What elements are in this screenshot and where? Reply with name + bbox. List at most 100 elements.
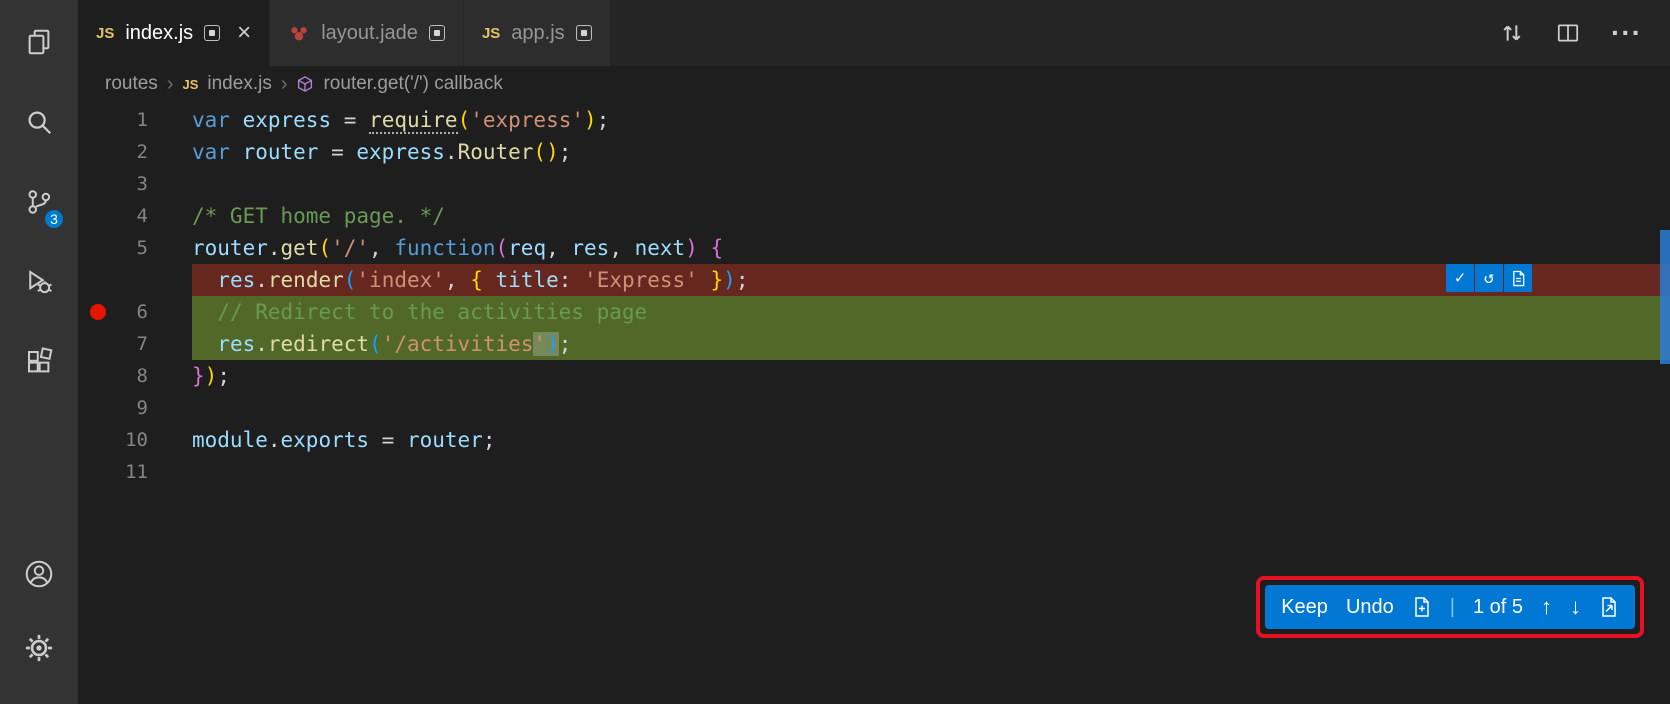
tab-layout-jade[interactable]: layout.jade: [270, 0, 464, 66]
code-text: var express = require('express');: [192, 104, 1670, 136]
code-line[interactable]: 2var router = express.Router();: [78, 136, 1670, 168]
gutter[interactable]: 1: [78, 104, 192, 136]
code-text: // Redirect to the activities page: [192, 296, 1670, 328]
code-line[interactable]: res.render('index', { title: 'Express' }…: [78, 264, 1670, 296]
more-actions-icon[interactable]: ···: [1611, 17, 1642, 49]
breadcrumb: routes › JS index.js › router.get('/') c…: [78, 66, 1670, 102]
js-file-icon: JS: [96, 25, 114, 42]
activity-bar-bottom: [0, 542, 78, 690]
code-text: router.get('/', function(req, res, next)…: [192, 232, 1670, 264]
line-number: 1: [78, 104, 192, 136]
open-changes-file-icon[interactable]: [1599, 596, 1619, 618]
code-line[interactable]: 10module.exports = router;: [78, 424, 1670, 456]
gutter[interactable]: [78, 264, 192, 296]
line-number: 2: [78, 136, 192, 168]
line-number: 9: [78, 392, 192, 424]
toolbar-separator: |: [1450, 596, 1455, 619]
scm-badge: 3: [43, 208, 65, 230]
undo-button[interactable]: Undo: [1346, 596, 1394, 619]
previous-change-icon[interactable]: ↑: [1541, 596, 1552, 618]
breakpoint-icon[interactable]: [90, 304, 106, 320]
breadcrumb-folder[interactable]: routes: [105, 73, 158, 95]
tab-label: app.js: [511, 22, 564, 45]
code-text: res.redirect('/activities');: [192, 328, 1670, 360]
gutter[interactable]: 7: [78, 328, 192, 360]
code-line[interactable]: 3: [78, 168, 1670, 200]
breadcrumb-file[interactable]: index.js: [207, 73, 271, 95]
accept-change-icon[interactable]: ✓: [1446, 264, 1474, 292]
code-text: module.exports = router;: [192, 424, 1670, 456]
tab-app-js[interactable]: JS app.js: [464, 0, 611, 66]
symbol-method-icon: [296, 75, 314, 93]
editor-group: JS index.js × layout.jade JS app.js: [78, 0, 1670, 704]
discard-change-icon[interactable]: ↺: [1475, 264, 1503, 292]
gutter[interactable]: 2: [78, 136, 192, 168]
vscode-window: 3: [0, 0, 1670, 704]
source-control-icon[interactable]: 3: [0, 170, 78, 234]
inline-chat-review-toolbar: Keep Undo | 1 of 5 ↑ ↓: [1265, 585, 1635, 629]
chevron-right-icon: ›: [281, 73, 288, 96]
editor-actions: ···: [1499, 0, 1670, 66]
line-number: 7: [78, 328, 192, 360]
line-number: 3: [78, 168, 192, 200]
line-number: 4: [78, 200, 192, 232]
gutter[interactable]: 5: [78, 232, 192, 264]
gutter[interactable]: 11: [78, 456, 192, 488]
change-counter: 1 of 5: [1473, 596, 1523, 619]
tab-index-js[interactable]: JS index.js ×: [78, 0, 270, 66]
diff-document-icon[interactable]: [1504, 264, 1532, 292]
code-text: });: [192, 360, 1670, 392]
code-lines: 1var express = require('express');2var r…: [78, 102, 1670, 488]
split-editor-icon[interactable]: [1555, 20, 1581, 46]
keep-button[interactable]: Keep: [1281, 596, 1328, 619]
activity-bar: 3: [0, 0, 78, 704]
gutter[interactable]: 8: [78, 360, 192, 392]
code-text: [192, 168, 1670, 200]
modified-indicator-icon: [204, 25, 220, 41]
code-text: /* GET home page. */: [192, 200, 1670, 232]
editor[interactable]: 1var express = require('express');2var r…: [78, 102, 1670, 704]
code-text: [192, 456, 1670, 488]
code-line[interactable]: 6 // Redirect to the activities page: [78, 296, 1670, 328]
chevron-right-icon: ›: [167, 73, 174, 96]
js-file-icon: JS: [182, 77, 198, 92]
search-icon[interactable]: [0, 90, 78, 154]
code-line[interactable]: 11: [78, 456, 1670, 488]
settings-gear-icon[interactable]: [0, 616, 78, 680]
next-change-icon[interactable]: ↓: [1570, 596, 1581, 618]
deleted-line-actions: ✓ ↺: [1445, 264, 1532, 292]
overview-ruler-change-marker: [1660, 230, 1670, 364]
gutter[interactable]: 10: [78, 424, 192, 456]
run-debug-icon[interactable]: [0, 250, 78, 314]
open-changes-icon[interactable]: [1499, 20, 1525, 46]
tab-label: index.js: [125, 22, 193, 45]
line-number: 8: [78, 360, 192, 392]
breadcrumb-symbol[interactable]: router.get('/') callback: [323, 73, 502, 95]
explorer-icon[interactable]: [0, 10, 78, 74]
line-number: 10: [78, 424, 192, 456]
gutter[interactable]: 6: [78, 296, 192, 328]
accounts-icon[interactable]: [0, 542, 78, 606]
code-line[interactable]: 5router.get('/', function(req, res, next…: [78, 232, 1670, 264]
code-line[interactable]: 8});: [78, 360, 1670, 392]
modified-indicator-icon: [429, 25, 445, 41]
gutter[interactable]: 3: [78, 168, 192, 200]
code-line[interactable]: 1var express = require('express');: [78, 104, 1670, 136]
modified-indicator-icon: [576, 25, 592, 41]
code-text: var router = express.Router();: [192, 136, 1670, 168]
gutter[interactable]: 4: [78, 200, 192, 232]
code-line[interactable]: 4/* GET home page. */: [78, 200, 1670, 232]
code-line[interactable]: 7 res.redirect('/activities');: [78, 328, 1670, 360]
gutter[interactable]: 9: [78, 392, 192, 424]
toggle-diff-icon[interactable]: [1412, 596, 1432, 618]
line-number: 5: [78, 232, 192, 264]
tab-label: layout.jade: [321, 22, 418, 45]
activity-bar-top: 3: [0, 10, 78, 410]
annotation-highlight-box: Keep Undo | 1 of 5 ↑ ↓: [1256, 576, 1644, 638]
code-text: [192, 392, 1670, 424]
extensions-icon[interactable]: [0, 330, 78, 394]
close-tab-icon[interactable]: ×: [237, 21, 251, 45]
line-number: 11: [78, 456, 192, 488]
tab-bar: JS index.js × layout.jade JS app.js: [78, 0, 1670, 66]
code-line[interactable]: 9: [78, 392, 1670, 424]
